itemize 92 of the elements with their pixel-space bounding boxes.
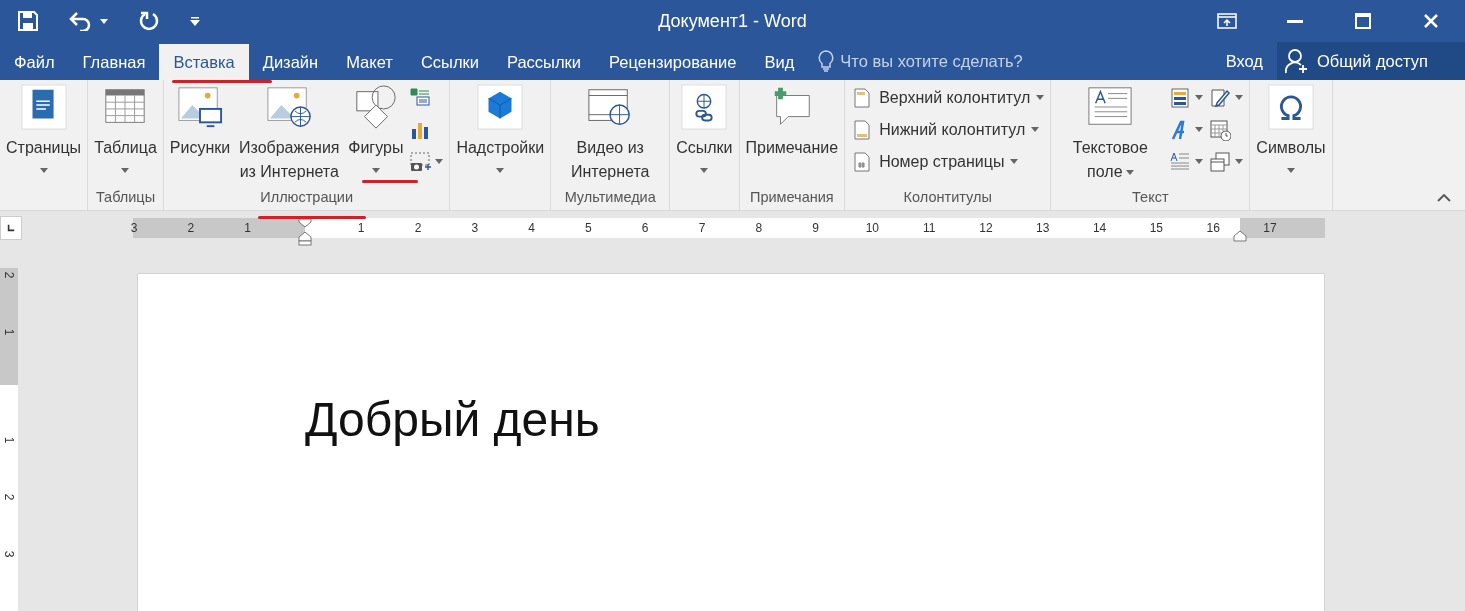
ribbon-tab[interactable]: Ссылки bbox=[406, 44, 493, 80]
ruler-number: 10 bbox=[865, 221, 880, 235]
ruler-number: 5 bbox=[585, 221, 592, 235]
ribbon-button[interactable]: Ссылки bbox=[674, 80, 735, 189]
ruler-number: 2 bbox=[414, 221, 422, 235]
ruler-number: 12 bbox=[979, 221, 993, 235]
picture-globe-icon bbox=[266, 84, 313, 130]
share-button[interactable]: Общий доступ bbox=[1277, 42, 1465, 80]
undo-icon bbox=[68, 11, 92, 31]
smartart-icon bbox=[409, 86, 432, 109]
ruler-number: 9 bbox=[812, 221, 819, 235]
ruler-number: 14 bbox=[1092, 221, 1107, 235]
ruler-number: 3 bbox=[130, 221, 138, 235]
ribbon-button[interactable]: Фигуры bbox=[346, 80, 406, 189]
person-plus-icon bbox=[1285, 48, 1309, 74]
caret-icon bbox=[100, 18, 108, 24]
ruler-number: 15 bbox=[1149, 221, 1164, 235]
ribbon-tab[interactable]: Файл bbox=[0, 44, 69, 80]
group-label: Колонтитулы bbox=[903, 189, 992, 205]
ribbon-button[interactable]: Таблица bbox=[92, 80, 159, 189]
ruler-number: 2 bbox=[3, 493, 15, 501]
ruler-number: 4 bbox=[528, 221, 535, 235]
calendar-clock-icon bbox=[1209, 118, 1232, 141]
ruler-number: 1 bbox=[3, 328, 15, 336]
ribbon-button[interactable]: Символы bbox=[1254, 80, 1328, 189]
upload-box-icon bbox=[1217, 13, 1237, 29]
ribbon-tab[interactable]: Рассылки bbox=[493, 44, 596, 80]
ruler-number: 2 bbox=[187, 221, 195, 235]
ribbon-icon-button[interactable] bbox=[407, 150, 446, 173]
ribbon-button[interactable]: Изображения из Интернета bbox=[234, 80, 345, 189]
pen-page-icon bbox=[1209, 86, 1232, 109]
ruler-number: 8 bbox=[755, 221, 763, 235]
page-icon bbox=[20, 84, 67, 130]
group-label: Примечания bbox=[749, 189, 834, 205]
close-icon bbox=[1423, 13, 1439, 29]
ruler-number: 2 bbox=[3, 271, 15, 279]
ruler-number: 1 bbox=[244, 221, 251, 235]
caret-icon bbox=[190, 16, 200, 26]
group-label: Мультимедиа bbox=[564, 189, 656, 205]
annotation-underline bbox=[362, 180, 418, 183]
picture-icon bbox=[177, 84, 224, 130]
collapse-ribbon-button[interactable] bbox=[1437, 194, 1451, 202]
chevron-up-icon bbox=[1437, 194, 1451, 202]
group-label: Текст bbox=[1132, 189, 1169, 205]
ruler-number: 11 bbox=[922, 221, 936, 235]
drop-cap-icon bbox=[1169, 150, 1192, 173]
indent-marker[interactable] bbox=[298, 218, 312, 246]
document-text: Добрый день bbox=[305, 393, 600, 446]
ribbon-tab[interactable]: Макет bbox=[332, 44, 407, 80]
group-label: Иллюстрации bbox=[260, 189, 353, 205]
minimize-icon bbox=[1287, 19, 1303, 23]
ruler-number: 16 bbox=[1206, 221, 1220, 235]
maximize-icon bbox=[1355, 13, 1371, 29]
lightbulb-icon bbox=[818, 50, 835, 72]
window-title: Документ1 - Word bbox=[658, 10, 807, 31]
ribbon-tab[interactable]: Вставка bbox=[159, 44, 249, 80]
ribbon-button[interactable]: Номер страницы bbox=[849, 150, 1047, 173]
group-label: Таблицы bbox=[95, 189, 156, 205]
ribbon-button[interactable]: Нижний колонтитул bbox=[849, 118, 1047, 141]
indent-marker[interactable] bbox=[1233, 230, 1247, 242]
ruler-number: 1 bbox=[357, 221, 365, 235]
ribbon-button[interactable]: Примечание bbox=[743, 80, 841, 189]
tab-stop-selector[interactable] bbox=[0, 216, 22, 240]
ruler-number: 7 bbox=[698, 221, 706, 235]
globe-link-icon bbox=[681, 84, 728, 130]
document-parts-icon bbox=[1169, 86, 1192, 109]
ribbon-icon-button[interactable] bbox=[1167, 150, 1206, 173]
camera-icon bbox=[409, 150, 432, 173]
ribbon-button[interactable]: Текстовое поле bbox=[1055, 80, 1166, 189]
sign-in-link[interactable]: Вход bbox=[1211, 42, 1277, 80]
ribbon-button[interactable]: Видео из Интернета bbox=[555, 80, 666, 189]
cube-icon bbox=[477, 84, 524, 130]
ruler-number: 3 bbox=[471, 221, 479, 235]
ribbon-button[interactable]: Страницы bbox=[4, 80, 84, 189]
ruler-number: 13 bbox=[1036, 221, 1050, 235]
ribbon-icon-button[interactable] bbox=[1207, 150, 1246, 173]
repeat-icon bbox=[138, 10, 160, 32]
tell-me-field[interactable]: Что вы хотите сделать? bbox=[840, 51, 1061, 71]
ruler-number: 6 bbox=[641, 221, 649, 235]
ruler-number: 3 bbox=[3, 550, 15, 558]
ribbon-tab[interactable]: Вид bbox=[750, 44, 809, 80]
save-icon bbox=[18, 11, 38, 31]
ribbon-button[interactable]: Верхний колонтитул bbox=[849, 86, 1047, 109]
ribbon-tab[interactable]: Рецензирование bbox=[595, 44, 751, 80]
ruler-number: 17 bbox=[1263, 221, 1277, 235]
ribbon-tab[interactable]: Дизайн bbox=[248, 44, 333, 80]
omega-icon bbox=[1267, 84, 1314, 130]
object-icon bbox=[1209, 150, 1232, 173]
ribbon-tab[interactable]: Главная bbox=[68, 44, 160, 80]
ruler-number: 1 bbox=[3, 436, 15, 444]
ribbon-button[interactable]: Надстройки bbox=[454, 80, 547, 189]
tab-stop-icon bbox=[7, 223, 15, 233]
